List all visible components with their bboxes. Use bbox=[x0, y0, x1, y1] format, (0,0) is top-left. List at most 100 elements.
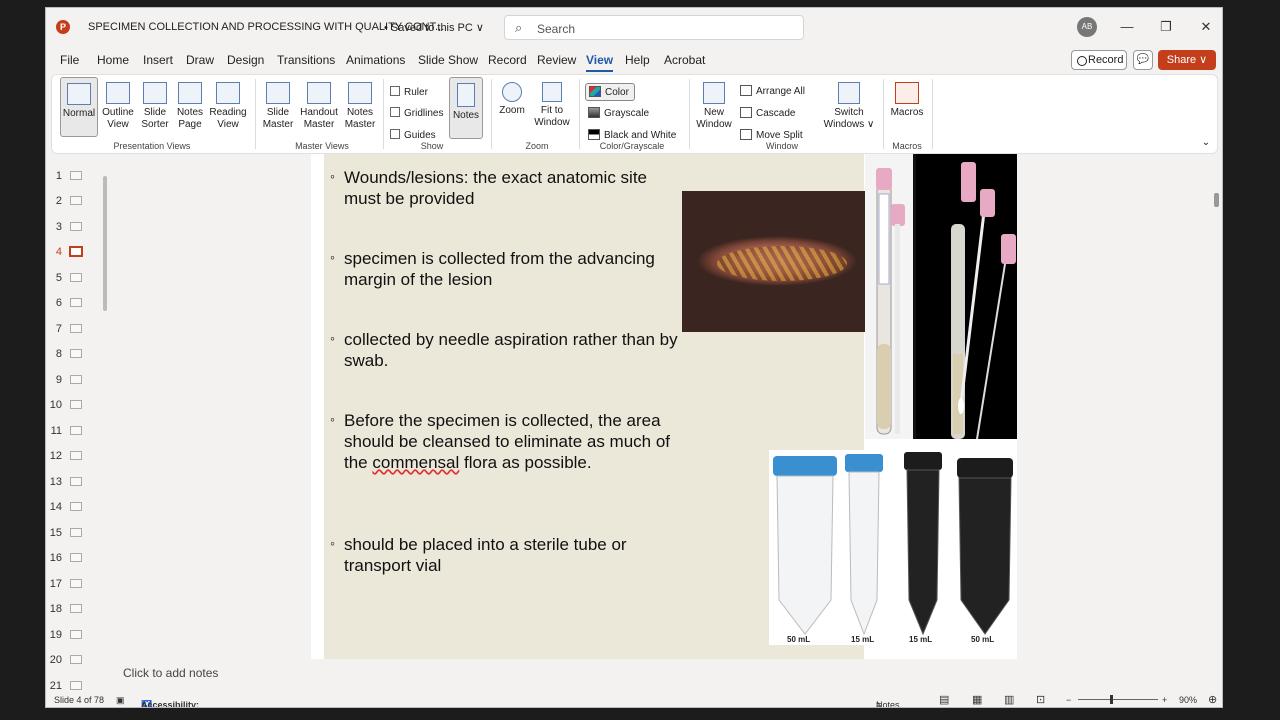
slide-thumbnail[interactable]: 10 bbox=[46, 395, 106, 415]
new-window-button[interactable]: New Window bbox=[695, 82, 733, 140]
tab-draw[interactable]: Draw bbox=[186, 53, 214, 67]
save-state[interactable]: • Saved to this PC ∨ bbox=[384, 21, 484, 34]
macros-button[interactable]: Macros bbox=[889, 82, 925, 140]
handout-master-icon bbox=[307, 82, 331, 104]
slide-master-button[interactable]: Slide Master bbox=[260, 82, 296, 140]
slide-thumbnail[interactable]: 6 bbox=[46, 293, 106, 313]
tab-insert[interactable]: Insert bbox=[143, 53, 173, 67]
tab-view[interactable]: View bbox=[586, 53, 614, 72]
slide-thumbnail[interactable]: 9 bbox=[46, 370, 106, 390]
user-avatar[interactable]: AB bbox=[1077, 17, 1097, 37]
tab-home[interactable]: Home bbox=[97, 53, 129, 67]
slide-thumbnail[interactable]: 13 bbox=[46, 472, 106, 492]
zoom-slider[interactable] bbox=[1078, 699, 1158, 700]
share-button[interactable]: Share ∨ bbox=[1158, 50, 1216, 70]
slide-sorter-status-icon[interactable]: ▦ bbox=[972, 693, 982, 706]
zoom-slider-thumb[interactable] bbox=[1110, 695, 1113, 704]
grayscale-button[interactable]: Grayscale bbox=[588, 107, 649, 119]
slide-thumbnail[interactable]: 12 bbox=[46, 446, 106, 466]
slide-thumbnail[interactable]: 16 bbox=[46, 548, 106, 568]
slide-thumbnail-image bbox=[70, 324, 82, 333]
guides-checkbox[interactable]: Guides bbox=[390, 129, 436, 141]
tab-file[interactable]: File bbox=[60, 53, 79, 67]
record-button[interactable]: Record bbox=[1071, 50, 1127, 70]
move-split-button[interactable]: Move Split bbox=[740, 129, 803, 141]
slide-thumbnail-image bbox=[70, 528, 82, 537]
slide-thumbnail[interactable]: 20 bbox=[46, 650, 106, 670]
tab-acrobat[interactable]: Acrobat bbox=[664, 53, 705, 67]
zoom-level[interactable]: 90% bbox=[1179, 695, 1197, 705]
arrange-all-button[interactable]: Arrange All bbox=[740, 85, 805, 97]
thumbnail-scrollbar-thumb[interactable] bbox=[103, 176, 107, 311]
collapse-ribbon-chevron-icon[interactable]: ⌄ bbox=[1200, 137, 1212, 149]
notes-pane[interactable]: Click to add notes bbox=[108, 659, 1218, 689]
slide-count[interactable]: Slide 4 of 78 bbox=[54, 695, 104, 705]
slide-thumbnail[interactable]: 1 bbox=[46, 166, 106, 186]
minimize-button[interactable]: — bbox=[1117, 17, 1137, 37]
slide-number: 8 bbox=[55, 348, 62, 360]
reading-view-status-icon[interactable]: ▥ bbox=[1004, 693, 1014, 706]
cascade-icon bbox=[740, 107, 752, 118]
slide-number: 4 bbox=[55, 246, 62, 258]
slide-thumbnail[interactable]: 8 bbox=[46, 344, 106, 364]
slide-canvas[interactable]: Wounds/lesions: the exact anatomic site … bbox=[311, 154, 1017, 659]
slide-thumbnail[interactable]: 15 bbox=[46, 523, 106, 543]
notes-master-button[interactable]: Notes Master bbox=[342, 82, 378, 140]
tab-animations[interactable]: Animations bbox=[346, 53, 405, 67]
swab-tubes-photo[interactable] bbox=[865, 154, 1017, 440]
reading-view-icon bbox=[216, 82, 240, 104]
new-window-label: New Window bbox=[696, 107, 732, 130]
slide-thumbnail[interactable]: 18 bbox=[46, 599, 106, 619]
fit-slide-icon[interactable]: ⊕ bbox=[1208, 693, 1217, 706]
slide-thumbnail[interactable]: 2 bbox=[46, 191, 106, 211]
zoom-button[interactable]: Zoom bbox=[497, 82, 527, 132]
restore-button[interactable]: ❐ bbox=[1156, 17, 1176, 37]
new-window-icon bbox=[703, 82, 725, 104]
slide-thumbnail[interactable]: 5 bbox=[46, 268, 106, 288]
tab-record[interactable]: Record bbox=[488, 53, 527, 67]
reading-view-button[interactable]: Reading View bbox=[208, 82, 248, 140]
slide-show-status-icon[interactable]: ⊡ bbox=[1036, 693, 1045, 706]
tab-transitions[interactable]: Transitions bbox=[277, 53, 335, 67]
close-button[interactable]: ✕ bbox=[1196, 17, 1216, 37]
comments-button[interactable]: 💬 bbox=[1133, 50, 1153, 70]
zoom-out-icon[interactable]: − bbox=[1066, 695, 1071, 705]
color-button[interactable]: Color bbox=[585, 83, 635, 101]
slide-number: 2 bbox=[55, 195, 62, 207]
outline-view-button[interactable]: Outline View bbox=[101, 82, 135, 140]
slide-thumbnail[interactable]: 3 bbox=[46, 217, 106, 237]
notes-toggle-button[interactable]: Notes bbox=[449, 77, 483, 139]
powerpoint-app-icon[interactable]: P bbox=[56, 20, 70, 34]
slide-thumbnail-active[interactable]: 4 bbox=[46, 242, 106, 262]
tab-slide-show[interactable]: Slide Show bbox=[418, 53, 478, 67]
black-and-white-button[interactable]: Black and White bbox=[588, 129, 676, 141]
scrollbar-thumb[interactable] bbox=[1214, 193, 1219, 207]
switch-windows-button[interactable]: Switch Windows ∨ bbox=[822, 82, 876, 140]
slide-thumbnail[interactable]: 19 bbox=[46, 625, 106, 645]
notes-page-button[interactable]: Notes Page bbox=[175, 82, 205, 140]
handout-master-button[interactable]: Handout Master bbox=[298, 82, 340, 140]
normal-view-status-icon[interactable]: ▤ bbox=[939, 693, 949, 706]
slide-sorter-button[interactable]: Slide Sorter bbox=[138, 82, 172, 140]
slide-thumbnail[interactable]: 11 bbox=[46, 421, 106, 441]
tab-help[interactable]: Help bbox=[625, 53, 650, 67]
slide-thumbnail[interactable]: 17 bbox=[46, 574, 106, 594]
lip-lesion-photo[interactable] bbox=[682, 191, 877, 332]
centrifuge-tubes-photo[interactable]: 50 mL 15 mL 15 mL 50 mL bbox=[769, 450, 1015, 645]
search-box[interactable]: ⌕ Search bbox=[504, 15, 804, 40]
fit-to-window-button[interactable]: Fit to Window bbox=[532, 82, 572, 140]
zoom-in-icon[interactable]: + bbox=[1162, 695, 1167, 705]
cascade-button[interactable]: Cascade bbox=[740, 107, 795, 119]
slide-vertical-scrollbar[interactable] bbox=[1211, 158, 1221, 653]
tab-review[interactable]: Review bbox=[537, 53, 576, 67]
slide-thumbnail[interactable]: 7 bbox=[46, 319, 106, 339]
move-split-icon bbox=[740, 129, 752, 140]
bullet-text: collected by needle aspiration rather th… bbox=[330, 328, 684, 371]
normal-view-button[interactable]: Normal bbox=[60, 77, 98, 137]
gridlines-checkbox[interactable]: Gridlines bbox=[390, 107, 443, 119]
tab-design[interactable]: Design bbox=[227, 53, 264, 67]
search-placeholder: Search bbox=[537, 22, 576, 36]
slide-thumbnail[interactable]: 14 bbox=[46, 497, 106, 517]
spell-check-icon[interactable]: ▣ bbox=[116, 695, 125, 706]
ruler-checkbox[interactable]: Ruler bbox=[390, 86, 428, 98]
